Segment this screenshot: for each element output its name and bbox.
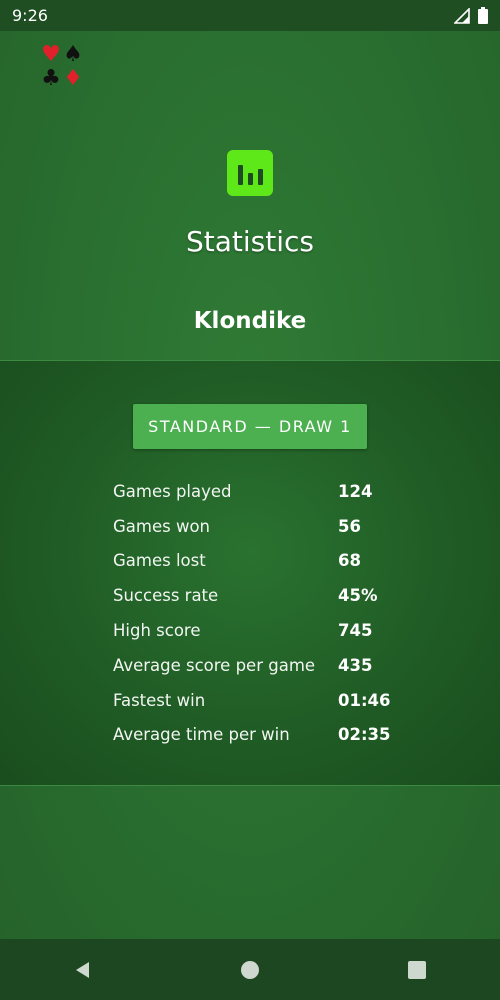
stat-row: Average score per game 435 (113, 648, 413, 683)
page-title: Statistics (186, 225, 314, 258)
stat-value: 435 (338, 655, 373, 675)
stat-label: Success rate (113, 586, 219, 606)
stat-row: Games won 56 (113, 509, 413, 544)
suits-logo: ♥ ♠ ♣ ♦ (40, 43, 84, 91)
stat-label: High score (113, 621, 201, 641)
home-icon[interactable] (230, 950, 270, 990)
stats-table: Games played 124 Games won 56 Games lost… (113, 474, 413, 752)
bar-chart-icon (227, 150, 273, 196)
signal-icon (454, 7, 470, 24)
stat-row: Average time per win 02:35 (113, 718, 413, 753)
stat-row: Games played 124 (113, 474, 413, 509)
status-bar: 9:26 (0, 0, 500, 31)
navigation-bar (0, 939, 500, 1000)
stat-value: 745 (338, 621, 373, 641)
status-time: 9:26 (12, 6, 48, 25)
stat-value: 01:46 (338, 690, 391, 710)
stat-row: Fastest win 01:46 (113, 683, 413, 718)
diamond-suit-icon: ♦ (63, 66, 83, 91)
stat-label: Average score per game (113, 655, 316, 675)
stat-label: Games played (113, 481, 232, 501)
heart-suit-icon: ♥ (41, 42, 61, 67)
stat-label: Games won (113, 516, 211, 536)
stat-value: 68 (338, 551, 361, 571)
status-icons (454, 7, 488, 24)
stat-row: Games lost 68 (113, 544, 413, 579)
game-mode-button[interactable]: STANDARD — DRAW 1 (133, 404, 367, 449)
stat-value: 45% (338, 586, 378, 606)
stat-row: High score 745 (113, 613, 413, 648)
stat-label: Fastest win (113, 690, 206, 710)
stat-value: 56 (338, 516, 361, 536)
club-suit-icon: ♣ (41, 66, 61, 91)
recents-icon[interactable] (397, 950, 437, 990)
stat-row: Success rate 45% (113, 578, 413, 613)
stat-label: Average time per win (113, 725, 290, 745)
back-icon[interactable] (63, 950, 103, 990)
stats-panel: STANDARD — DRAW 1 Games played 124 Games… (0, 360, 500, 786)
stat-value: 02:35 (338, 725, 391, 745)
statistics-screen: ♥ ♠ ♣ ♦ Statistics Klondike STANDARD — DRAW… (0, 31, 500, 939)
spade-suit-icon: ♠ (63, 42, 83, 67)
stat-label: Games lost (113, 551, 206, 571)
stat-value: 124 (338, 481, 373, 501)
battery-icon (478, 7, 488, 24)
game-title: Klondike (193, 308, 307, 334)
